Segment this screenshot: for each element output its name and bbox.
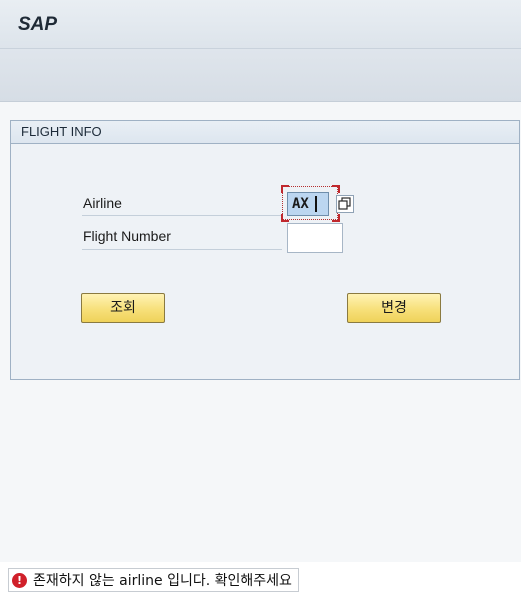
- value-help-icon[interactable]: [336, 195, 354, 213]
- flight-number-label: Flight Number: [83, 228, 171, 244]
- screen-content: FLIGHT INFO Airline AX Flight Number 조회 …: [0, 102, 521, 562]
- airline-label-underline: [82, 215, 282, 216]
- application-toolbar: [0, 49, 521, 102]
- focus-corner-tr: [332, 185, 340, 193]
- flight-number-label-underline: [82, 249, 282, 250]
- group-header: FLIGHT INFO: [11, 121, 519, 144]
- flight-number-input[interactable]: [287, 223, 343, 253]
- sap-window: SAP FLIGHT INFO Airline AX Flight Number…: [0, 0, 521, 601]
- text-cursor: [315, 196, 317, 212]
- group-title: FLIGHT INFO: [21, 124, 102, 139]
- app-title: SAP: [18, 14, 58, 35]
- title-bar: SAP: [0, 0, 521, 49]
- status-message[interactable]: ! 존재하지 않는 airline 입니다. 확인해주세요: [8, 568, 299, 592]
- focus-corner-br: [332, 214, 340, 222]
- airline-input-value: AX: [292, 196, 309, 212]
- status-text: 존재하지 않는 airline 입니다. 확인해주세요: [33, 573, 292, 589]
- status-bar: ! 존재하지 않는 airline 입니다. 확인해주세요: [0, 562, 521, 601]
- query-button[interactable]: 조회: [81, 293, 165, 323]
- error-icon: !: [12, 572, 27, 588]
- airline-label: Airline: [83, 195, 122, 211]
- flight-info-group: FLIGHT INFO Airline AX Flight Number 조회 …: [10, 120, 520, 380]
- change-button[interactable]: 변경: [347, 293, 441, 323]
- airline-input[interactable]: AX: [287, 192, 329, 216]
